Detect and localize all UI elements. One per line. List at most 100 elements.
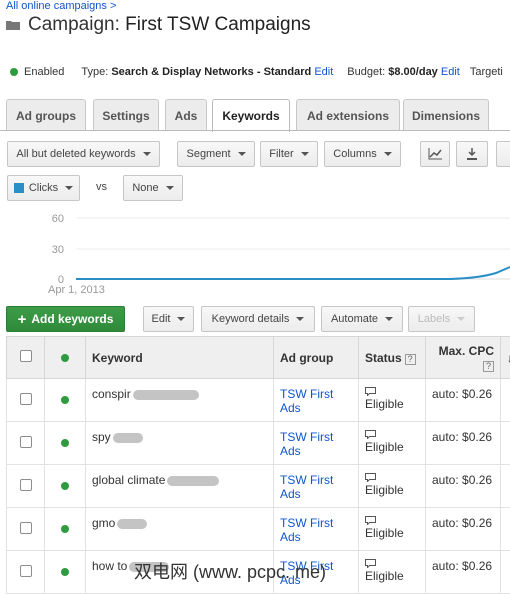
max-cpc-cell[interactable]: auto: $0.26 xyxy=(426,379,501,422)
keyword-text[interactable]: how to xyxy=(92,559,127,573)
keyword-filter-dropdown[interactable]: All but deleted keywords xyxy=(7,141,160,167)
redacted-blur xyxy=(113,433,143,443)
row-checkbox[interactable] xyxy=(20,479,32,491)
status-header-label: Status xyxy=(365,351,402,365)
status-cell: Eligible xyxy=(359,422,426,465)
automate-label: Automate xyxy=(331,313,378,325)
edit-button[interactable]: Edit xyxy=(143,306,194,332)
table-row: conspir TSW First Ads Eligible auto: $0.… xyxy=(7,379,510,422)
add-keywords-button[interactable]: +Add keywords xyxy=(6,306,125,332)
folder-icon xyxy=(6,20,20,30)
status-column-header[interactable]: Status? xyxy=(359,337,426,379)
chevron-down-icon xyxy=(143,152,151,156)
row-status-cell xyxy=(45,508,86,551)
keyword-column-header[interactable]: Keyword xyxy=(86,337,274,379)
select-all-checkbox[interactable] xyxy=(20,350,32,362)
max-cpc-cell[interactable]: auto: $0.26 xyxy=(426,422,501,465)
comment-bubble-icon[interactable] xyxy=(365,516,376,525)
max-cpc-cell[interactable]: auto: $0.26 xyxy=(426,551,501,594)
ad-group-link[interactable]: TSW First Ads xyxy=(280,516,333,544)
automate-button[interactable]: Automate xyxy=(321,306,403,332)
enabled-dot-icon[interactable] xyxy=(61,396,69,404)
breadcrumb[interactable]: All online campaigns > xyxy=(6,0,116,12)
row-checkbox[interactable] xyxy=(20,565,32,577)
tab-ad-extensions[interactable]: Ad extensions xyxy=(296,99,400,131)
metric2-dropdown[interactable]: None xyxy=(123,175,183,201)
more-toolbar-button[interactable] xyxy=(496,141,510,167)
campaign-status[interactable]: Enabled xyxy=(24,66,64,78)
comment-bubble-icon[interactable] xyxy=(365,430,376,439)
keywords-table: Keyword Ad group Status? Max. CPC? ↓ con… xyxy=(6,336,510,594)
keyword-details-label: Keyword details xyxy=(212,313,290,325)
max-cpc-cell[interactable]: auto: $0.26 xyxy=(426,508,501,551)
x-start-label: Apr 1, 2013 xyxy=(48,284,105,296)
status-cell: Eligible xyxy=(359,465,426,508)
keyword-text[interactable]: global climate xyxy=(92,473,165,487)
enabled-dot-icon[interactable] xyxy=(61,482,69,490)
type-label: Type: xyxy=(81,66,108,78)
comment-bubble-icon[interactable] xyxy=(365,473,376,482)
comment-bubble-icon[interactable] xyxy=(365,387,376,396)
max-cpc-column-header[interactable]: Max. CPC? xyxy=(426,337,501,379)
tab-keywords[interactable]: Keywords xyxy=(212,99,290,132)
table-row: spy TSW First Ads Eligible auto: $0.26 xyxy=(7,422,510,465)
performance-chart: 60 30 0 Apr 1, 2013 xyxy=(0,206,510,306)
type-value: Search & Display Networks - Standard xyxy=(111,66,311,78)
budget-edit-link[interactable]: Edit xyxy=(441,66,460,78)
columns-button[interactable]: Columns xyxy=(324,141,401,167)
max-cpc-cell[interactable]: auto: $0.26 xyxy=(426,465,501,508)
row-select-cell xyxy=(7,551,45,594)
keyword-text[interactable]: spy xyxy=(92,430,111,444)
add-keywords-label: Add keywords xyxy=(31,312,113,326)
keyword-text[interactable]: gmo xyxy=(92,516,115,530)
ad-group-column-header[interactable]: Ad group xyxy=(274,337,359,379)
chevron-down-icon xyxy=(457,317,465,321)
max-cpc-header-label: Max. CPC xyxy=(439,344,494,358)
sort-column-header[interactable]: ↓ xyxy=(501,337,510,379)
enabled-dot-icon[interactable] xyxy=(61,525,69,533)
ad-group-cell: TSW First Ads xyxy=(274,508,359,551)
trailing-cell xyxy=(501,465,510,508)
table-row: global climate TSW First Ads Eligible au… xyxy=(7,465,510,508)
help-icon[interactable]: ? xyxy=(405,354,416,365)
filter-button[interactable]: Filter xyxy=(260,141,318,167)
tab-ads[interactable]: Ads xyxy=(165,99,207,131)
keyword-cell: gmo xyxy=(86,508,274,551)
tab-dimensions[interactable]: Dimensions xyxy=(403,99,489,131)
enabled-dot-icon[interactable] xyxy=(61,439,69,447)
keyword-details-button[interactable]: Keyword details xyxy=(201,306,315,332)
watermark-text: 双电网 (www. pcpc. me) xyxy=(134,558,326,584)
ad-group-link[interactable]: TSW First Ads xyxy=(280,473,333,501)
clicks-series-line xyxy=(76,267,510,279)
targeting-label[interactable]: Targeti xyxy=(470,66,503,78)
type-edit-link[interactable]: Edit xyxy=(314,66,333,78)
metric1-dropdown[interactable]: Clicks xyxy=(7,175,80,201)
table-header-row: Keyword Ad group Status? Max. CPC? ↓ xyxy=(7,337,510,379)
campaign-name: First TSW Campaigns xyxy=(125,14,310,35)
segment-button[interactable]: Segment xyxy=(177,141,255,167)
redacted-blur xyxy=(117,519,147,529)
redacted-blur xyxy=(133,390,199,400)
ad-group-link[interactable]: TSW First Ads xyxy=(280,430,333,458)
vs-label: vs xyxy=(96,181,107,193)
row-status-cell xyxy=(45,422,86,465)
keyword-text[interactable]: conspir xyxy=(92,387,131,401)
status-text: Eligible xyxy=(365,397,404,411)
status-dot-icon xyxy=(10,68,18,76)
chart-toggle-button[interactable] xyxy=(420,141,450,167)
row-checkbox[interactable] xyxy=(20,393,32,405)
tab-bar: Ad groups Settings Ads Keywords Ad exten… xyxy=(6,99,510,131)
ad-group-cell: TSW First Ads xyxy=(274,422,359,465)
comment-bubble-icon[interactable] xyxy=(365,559,376,568)
budget-label: Budget: xyxy=(347,66,385,78)
enabled-dot-icon[interactable] xyxy=(61,568,69,576)
tab-ad-groups[interactable]: Ad groups xyxy=(6,99,86,131)
metric2-label: None xyxy=(132,182,158,194)
ad-group-cell: TSW First Ads xyxy=(274,379,359,422)
download-button[interactable] xyxy=(456,141,488,167)
row-checkbox[interactable] xyxy=(20,522,32,534)
row-checkbox[interactable] xyxy=(20,436,32,448)
ad-group-link[interactable]: TSW First Ads xyxy=(280,387,333,415)
tab-settings[interactable]: Settings xyxy=(93,99,159,131)
help-icon[interactable]: ? xyxy=(483,361,494,372)
